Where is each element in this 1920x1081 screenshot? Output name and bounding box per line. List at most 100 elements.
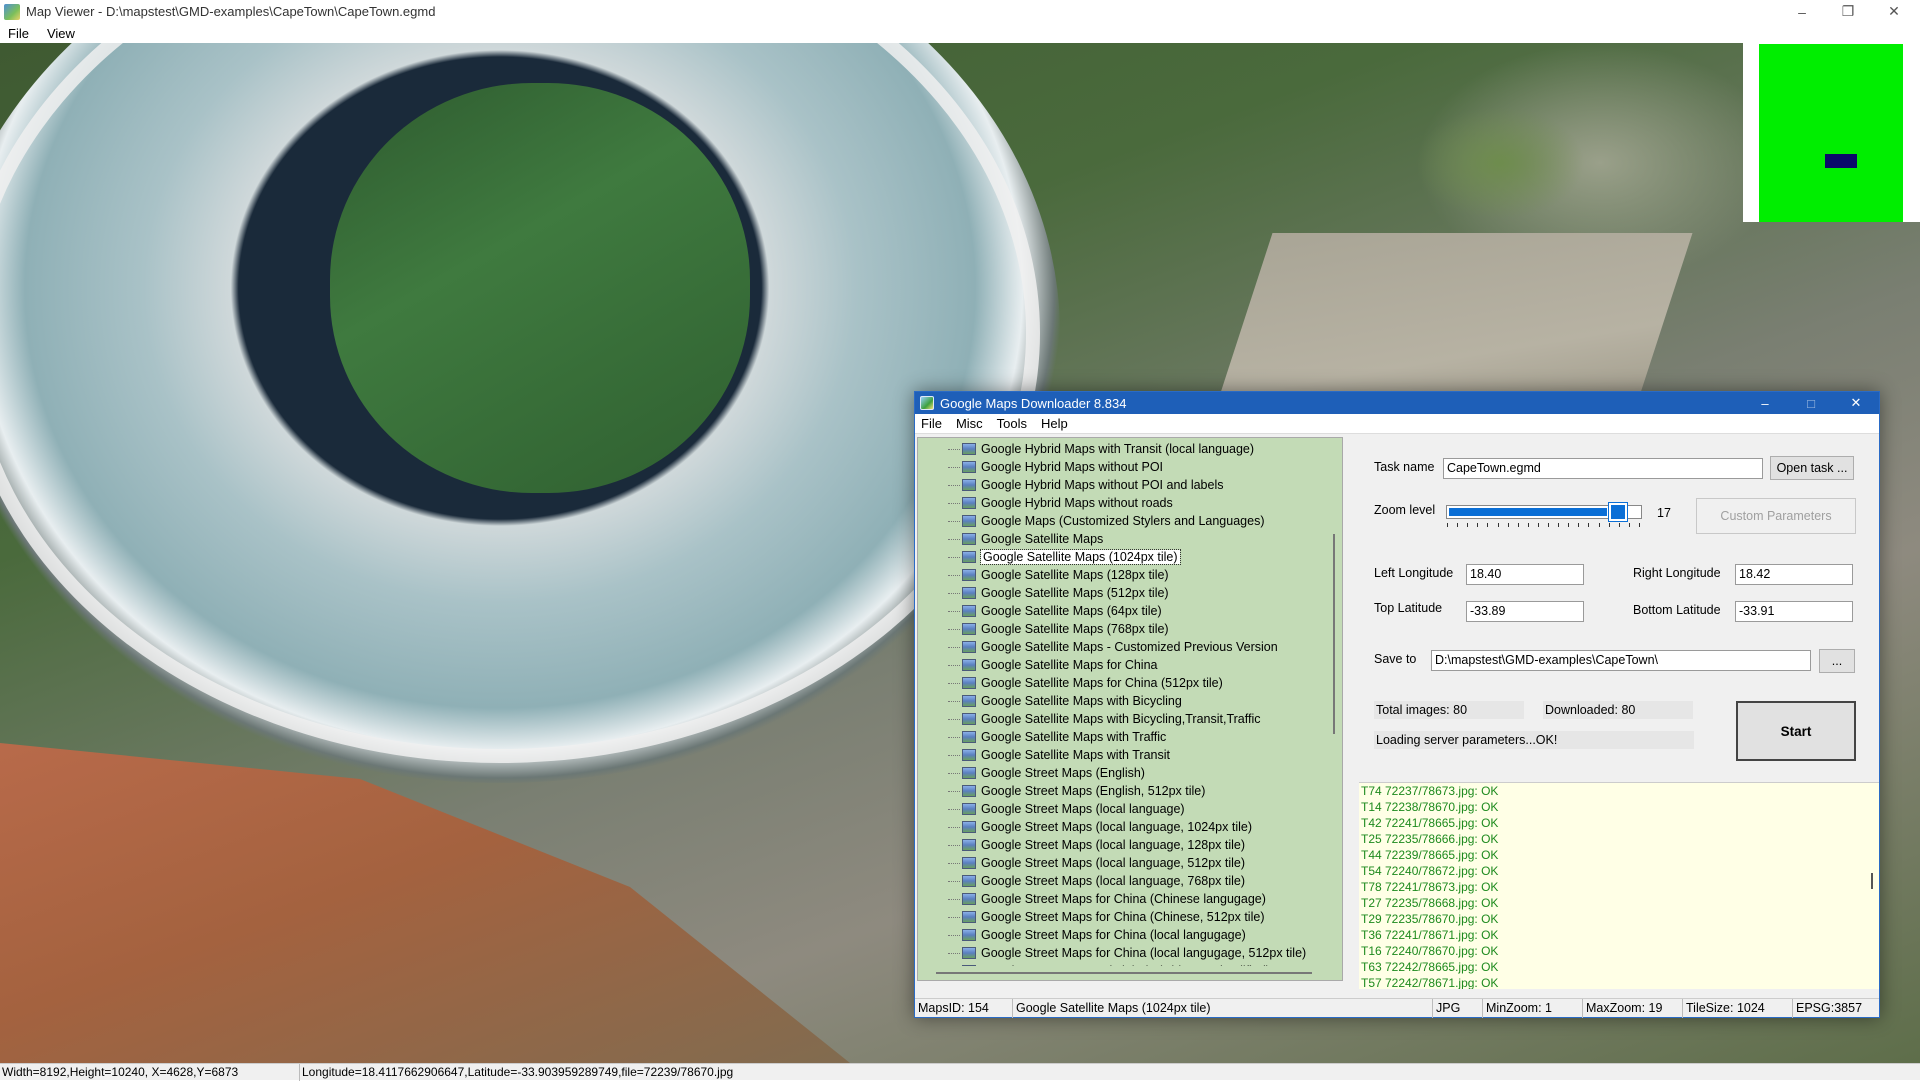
map-type-label: Google Street Maps for China (Chinese la… xyxy=(981,892,1266,906)
map-type-item[interactable]: Google Satellite Maps for China (512px t… xyxy=(918,674,1330,692)
map-tile-icon xyxy=(962,929,976,941)
zoom-tick xyxy=(1477,523,1478,527)
start-button[interactable]: Start xyxy=(1736,701,1856,761)
stadium-pitch xyxy=(330,83,750,493)
map-type-label: Google Street Maps for China (local lang… xyxy=(981,946,1307,960)
close-icon[interactable]: ✕ xyxy=(1833,392,1879,414)
log-line: T14 72238/78670.jpg: OK xyxy=(1361,800,1499,814)
map-type-list: Google Hybrid Maps with Transit (local l… xyxy=(918,440,1330,980)
downloader-title: Google Maps Downloader 8.834 xyxy=(940,395,1127,411)
map-type-label: Google Satellite Maps (1024px tile) xyxy=(980,549,1181,565)
log-line: T78 72241/78673.jpg: OK xyxy=(1361,880,1499,894)
map-tile-icon xyxy=(962,479,976,491)
browse-folder-button[interactable]: ... xyxy=(1819,649,1855,673)
minimize-icon[interactable]: – xyxy=(1780,0,1824,23)
map-type-tree[interactable]: Google Hybrid Maps with Transit (local l… xyxy=(917,437,1343,981)
map-type-item[interactable]: Google Street Maps (local language, 768p… xyxy=(918,872,1330,890)
menu-view[interactable]: View xyxy=(47,26,75,41)
minimap-viewport-marker[interactable] xyxy=(1825,154,1857,168)
map-type-item[interactable]: Google Street Maps for China (Chinese, 5… xyxy=(918,908,1330,926)
map-type-item[interactable]: Google Street Maps (local language) xyxy=(918,800,1330,818)
right-longitude-label: Right Longitude xyxy=(1633,566,1721,580)
map-type-item[interactable]: Google Hybrid Maps without POI and label… xyxy=(918,476,1330,494)
zoom-tick xyxy=(1528,523,1529,527)
map-viewer-menubar: File View xyxy=(0,23,1920,43)
tree-connector xyxy=(948,665,960,666)
map-type-label: Google Street Maps (English) xyxy=(981,766,1145,780)
map-list-vertical-scrollbar[interactable] xyxy=(1328,438,1342,980)
map-type-item[interactable]: Google Maps (Customized Stylers and Lang… xyxy=(918,512,1330,530)
map-type-item[interactable]: Google Street Maps (English, 512px tile) xyxy=(918,782,1330,800)
map-type-item[interactable]: Google Hybrid Maps without roads xyxy=(918,494,1330,512)
open-task-button[interactable]: Open task ... xyxy=(1770,456,1854,480)
map-type-item[interactable]: Google Street Maps (local language, 512p… xyxy=(918,854,1330,872)
map-tile-icon xyxy=(962,875,976,887)
minimize-icon[interactable]: – xyxy=(1742,392,1788,414)
bottom-latitude-input[interactable]: -33.91 xyxy=(1735,601,1853,622)
tree-connector xyxy=(948,755,960,756)
log-scrollbar-thumb[interactable] xyxy=(1871,873,1873,889)
map-type-item[interactable]: Google Satellite Maps with Transit xyxy=(918,746,1330,764)
map-type-item[interactable]: Google Street Maps for China (Chinese la… xyxy=(918,890,1330,908)
menu-file[interactable]: File xyxy=(921,416,942,431)
menu-misc[interactable]: Misc xyxy=(956,416,983,431)
downloader-app-icon xyxy=(920,396,934,410)
left-longitude-input[interactable]: 18.40 xyxy=(1466,564,1584,585)
menu-help[interactable]: Help xyxy=(1041,416,1068,431)
scrollbar-thumb[interactable] xyxy=(936,972,1312,974)
top-latitude-input[interactable]: -33.89 xyxy=(1466,601,1584,622)
map-type-label: Google Satellite Maps with Traffic xyxy=(981,730,1167,744)
map-type-item[interactable]: Google Street Maps (local language, 128p… xyxy=(918,836,1330,854)
top-latitude-label: Top Latitude xyxy=(1374,601,1443,615)
zoom-tick xyxy=(1599,523,1600,527)
overview-minimap[interactable] xyxy=(1743,42,1920,222)
map-type-item[interactable]: Google Hybrid Maps with Transit (local l… xyxy=(918,440,1330,458)
map-type-item[interactable]: Google Street Maps for China (local lang… xyxy=(918,926,1330,944)
map-type-label: Google Hybrid Maps without roads xyxy=(981,496,1173,510)
zoom-level-value: 17 xyxy=(1657,506,1671,520)
map-type-item[interactable]: Google Satellite Maps with Bicycling xyxy=(918,692,1330,710)
restore-icon[interactable]: ❐ xyxy=(1826,0,1870,23)
menu-file[interactable]: File xyxy=(8,26,29,41)
map-type-item[interactable]: Google Satellite Maps (64px tile) xyxy=(918,602,1330,620)
map-tile-icon xyxy=(962,821,976,833)
task-name-input[interactable]: CapeTown.egmd xyxy=(1443,458,1763,479)
map-type-item[interactable]: Google Satellite Maps (128px tile) xyxy=(918,566,1330,584)
custom-parameters-button[interactable]: Custom Parameters xyxy=(1696,498,1856,534)
save-to-input[interactable]: D:\mapstest\GMD-examples\CapeTown\ xyxy=(1431,650,1811,671)
status-size-position: Width=8192,Height=10240, X=4628,Y=6873 xyxy=(0,1063,300,1081)
map-type-item[interactable]: Google Satellite Maps (1024px tile) xyxy=(918,548,1330,566)
tree-connector xyxy=(948,935,960,936)
map-tile-icon xyxy=(962,713,976,725)
map-type-label: Google Street Maps (English, 512px tile) xyxy=(981,784,1206,798)
map-type-item[interactable]: Google Street Maps (local language, 1024… xyxy=(918,818,1330,836)
map-type-item[interactable]: Google Street Maps (English) xyxy=(918,764,1330,782)
map-type-item[interactable]: Google Satellite Maps - Customized Previ… xyxy=(918,638,1330,656)
map-type-item[interactable]: Google Satellite Maps for China xyxy=(918,656,1330,674)
right-longitude-input[interactable]: 18.42 xyxy=(1735,564,1853,585)
tree-connector xyxy=(948,719,960,720)
map-type-item[interactable]: Google Street Maps for China (local lang… xyxy=(918,944,1330,962)
close-icon[interactable]: ✕ xyxy=(1872,0,1916,23)
menu-tools[interactable]: Tools xyxy=(997,416,1027,431)
map-type-item[interactable]: Google Satellite Maps (512px tile) xyxy=(918,584,1330,602)
map-type-label: Google Satellite Maps (128px tile) xyxy=(981,568,1169,582)
zoom-tick xyxy=(1619,523,1620,527)
map-list-horizontal-scrollbar[interactable] xyxy=(918,966,1330,980)
map-tile-icon xyxy=(962,749,976,761)
map-type-label: Google Street Maps for China (local lang… xyxy=(981,928,1246,942)
zoom-slider-handle[interactable] xyxy=(1608,502,1628,522)
map-type-label: Google Satellite Maps - Customized Previ… xyxy=(981,640,1278,654)
zoom-tick xyxy=(1457,523,1458,527)
map-type-item[interactable]: Google Satellite Maps xyxy=(918,530,1330,548)
maximize-icon: □ xyxy=(1807,395,1815,411)
map-type-item[interactable]: Google Hybrid Maps without POI xyxy=(918,458,1330,476)
log-line: T27 72235/78668.jpg: OK xyxy=(1361,896,1499,910)
scrollbar-thumb[interactable] xyxy=(1333,534,1335,734)
download-log[interactable]: T74 72237/78673.jpg: OK T14 72238/78670.j… xyxy=(1359,782,1879,989)
tree-connector xyxy=(948,557,960,558)
tree-connector xyxy=(948,683,960,684)
map-type-item[interactable]: Google Satellite Maps (768px tile) xyxy=(918,620,1330,638)
map-type-item[interactable]: Google Satellite Maps with Bicycling,Tra… xyxy=(918,710,1330,728)
map-type-item[interactable]: Google Satellite Maps with Traffic xyxy=(918,728,1330,746)
